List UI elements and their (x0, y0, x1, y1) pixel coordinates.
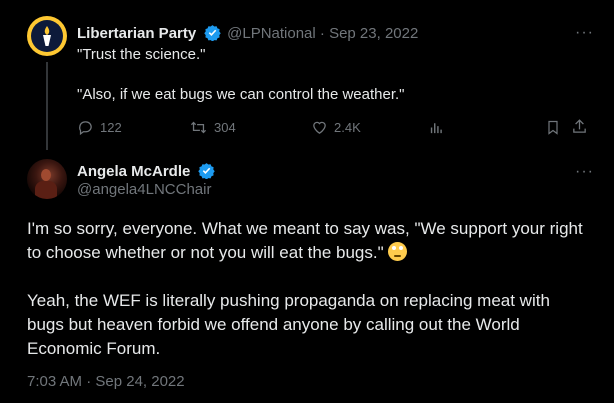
retweet-count: 304 (214, 120, 236, 135)
like-count: 2.4K (334, 120, 361, 135)
verified-badge-icon (203, 24, 221, 46)
bookmark-button[interactable] (545, 119, 561, 136)
quoted-more-button[interactable]: ··· (575, 24, 594, 42)
share-button[interactable] (571, 118, 588, 135)
avatar-photo-detail (41, 169, 51, 181)
main-tweet-paragraph-2: Yeah, the WEF is literally pushing propa… (27, 291, 550, 358)
tweet-timestamp[interactable]: 7:03 AM · Sep 24, 2022 (27, 373, 185, 390)
main-tweet-paragraph-1: I'm so sorry, everyone. What we meant to… (27, 217, 587, 265)
eye-roll-emoji-icon (387, 242, 407, 261)
views-button[interactable] (428, 119, 445, 136)
reply-icon (79, 121, 92, 136)
analytics-icon (430, 123, 442, 134)
quoted-text-line2: "Also, if we eat bugs we can control the… (77, 86, 405, 103)
main-more-button[interactable]: ··· (575, 163, 594, 181)
quoted-author-name[interactable]: Libertarian Party (77, 25, 196, 42)
share-icon (573, 119, 586, 133)
main-author-name[interactable]: Angela McArdle (77, 163, 190, 180)
quoted-handle-date[interactable]: @LPNational · Sep 23, 2022 (227, 25, 418, 42)
angela-avatar[interactable] (27, 159, 67, 199)
quoted-text-line1: "Trust the science." (77, 46, 206, 63)
thread-line (46, 62, 48, 150)
main-tweet-text-1: I'm so sorry, everyone. What we meant to… (27, 219, 583, 262)
avatar-photo-shoulders (35, 181, 57, 199)
retweet-icon (190, 121, 207, 134)
heart-icon (313, 121, 326, 134)
main-tweet-body: I'm so sorry, everyone. What we meant to… (27, 217, 587, 361)
main-handle[interactable]: @angela4LNCChair (77, 181, 211, 198)
lp-avatar[interactable] (27, 16, 67, 56)
bookmark-icon (548, 120, 558, 135)
torch-logo-icon (31, 20, 63, 52)
retweet-button[interactable]: 304 (189, 119, 236, 136)
reply-count: 122 (100, 120, 122, 135)
like-button[interactable]: 2.4K (311, 119, 361, 136)
reply-button[interactable]: 122 (77, 119, 122, 136)
